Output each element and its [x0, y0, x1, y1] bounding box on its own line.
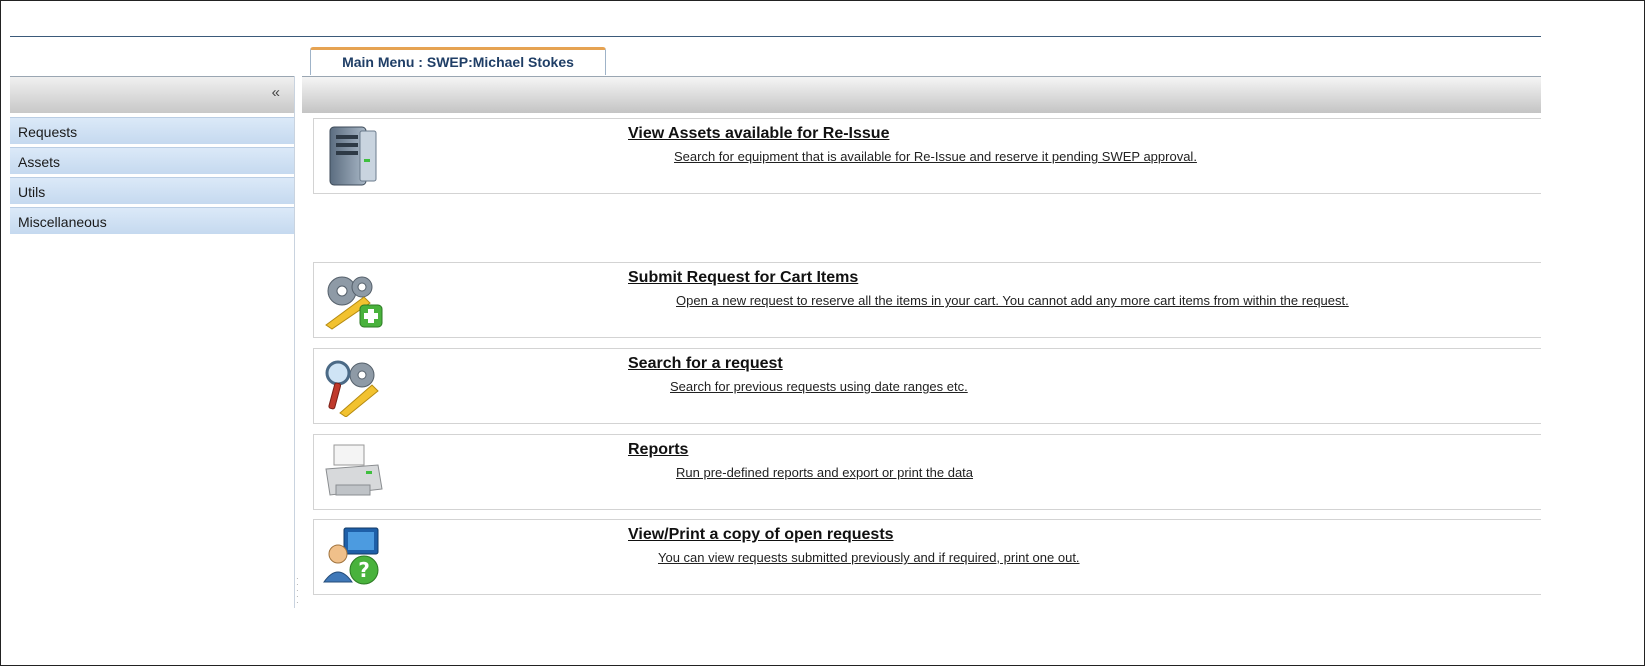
tab-main-menu[interactable]: Main Menu : SWEP:Michael Stokes — [310, 47, 606, 75]
menu-item-description[interactable]: Run pre-defined reports and export or pr… — [676, 465, 973, 480]
menu-item-title[interactable]: Reports — [628, 441, 688, 459]
menu-item-description[interactable]: Search for previous requests using date … — [670, 379, 968, 394]
main-panel-header — [302, 76, 1541, 113]
top-divider — [10, 36, 1541, 37]
menu-card-reports: Reports Run pre-defined reports and expo… — [313, 434, 1541, 510]
menu-item-description[interactable]: Open a new request to reserve all the it… — [676, 293, 1349, 308]
menu-item-title[interactable]: Search for a request — [628, 355, 783, 373]
menu-item-title[interactable]: View Assets available for Re-Issue — [628, 125, 889, 143]
menu-card-submit-request: Submit Request for Cart Items Open a new… — [313, 262, 1541, 338]
sidebar-item-miscellaneous[interactable]: Miscellaneous — [10, 207, 294, 235]
sidebar-item-utils[interactable]: Utils — [10, 177, 294, 205]
menu-card-search-request: Search for a request Search for previous… — [313, 348, 1541, 424]
user-help-icon[interactable]: ? — [320, 526, 386, 588]
menu-item-title[interactable]: View/Print a copy of open requests — [628, 526, 894, 544]
panel-splitter-handle[interactable]: · · · · · — [296, 575, 300, 608]
menu-card-view-assets: View Assets available for Re-Issue Searc… — [313, 118, 1541, 194]
gears-add-icon[interactable] — [320, 269, 386, 331]
menu-card-view-print-requests: ? View/Print a copy of open requests You… — [313, 519, 1541, 595]
menu-item-description[interactable]: Search for equipment that is available f… — [674, 149, 1197, 164]
server-icon[interactable] — [320, 125, 386, 187]
left-nav-panel: « Requests Assets Utils Miscellaneous — [10, 76, 295, 608]
printer-icon[interactable] — [320, 441, 386, 503]
sidebar-item-requests[interactable]: Requests — [10, 117, 294, 145]
collapse-panel-button[interactable]: « — [272, 84, 280, 101]
menu-item-description[interactable]: You can view requests submitted previous… — [658, 550, 1080, 565]
left-panel-header: « — [10, 76, 294, 113]
nav-list: Requests Assets Utils Miscellaneous — [10, 117, 294, 237]
menu-item-title[interactable]: Submit Request for Cart Items — [628, 269, 858, 287]
svg-text:?: ? — [358, 558, 370, 582]
search-tools-icon[interactable] — [320, 355, 386, 418]
sidebar-item-assets[interactable]: Assets — [10, 147, 294, 175]
